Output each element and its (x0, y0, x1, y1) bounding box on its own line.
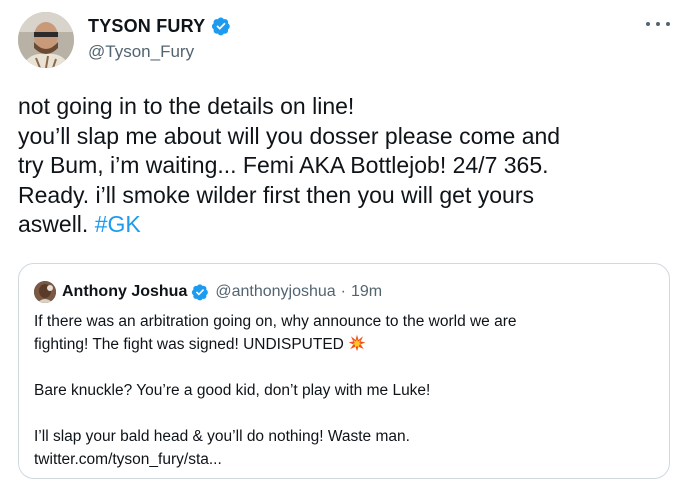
quoted-text-line: If there was an arbitration going on, wh… (34, 313, 517, 330)
quoted-text-line: fighting! The fight was signed! UNDISPUT… (34, 336, 344, 353)
quoted-text-line-with-emoji: fighting! The fight was signed! UNDISPUT… (34, 333, 654, 356)
tweet-card: TYSON FURY @Tyson_Fury not going in to t… (0, 0, 690, 495)
quoted-text-line: I’ll slap your bald head & you’ll do not… (34, 428, 410, 445)
quoted-tweet[interactable]: Anthony Joshua @anthonyjoshua · 19m If t… (18, 263, 670, 479)
tweet-text-line: try Bum, i’m waiting... Femi AKA Bottlej… (18, 152, 549, 178)
quoted-link[interactable]: twitter.com/tyson_fury/sta... (34, 448, 654, 471)
avatar-photo (18, 12, 74, 68)
quoted-tweet-body: If there was an arbitration going on, wh… (34, 310, 654, 471)
author-name-row: TYSON FURY (88, 14, 231, 38)
verified-badge-icon (192, 284, 209, 301)
author-block: TYSON FURY @Tyson_Fury (88, 14, 231, 62)
author-display-name[interactable]: TYSON FURY (88, 16, 205, 37)
more-dot (656, 22, 660, 26)
author-avatar[interactable] (18, 12, 74, 68)
quoted-author-name[interactable]: Anthony Joshua (62, 283, 187, 301)
tweet-text-line: not going in to the details on line! (18, 93, 355, 119)
separator-dot: · (340, 283, 346, 300)
quoted-author-handle[interactable]: @anthonyjoshua (215, 283, 335, 301)
more-options-icon[interactable] (646, 16, 670, 32)
more-dot (646, 22, 650, 26)
more-dot (666, 22, 670, 26)
quoted-timestamp[interactable]: 19m (351, 283, 382, 301)
hashtag-link[interactable]: #GK (95, 211, 141, 237)
quoted-author-avatar[interactable] (34, 281, 56, 303)
quoted-tweet-header: Anthony Joshua @anthonyjoshua · 19m (34, 281, 382, 303)
author-handle[interactable]: @Tyson_Fury (88, 42, 231, 62)
quoted-avatar-photo (34, 281, 56, 303)
quoted-text-line: Bare knuckle? You’re a good kid, don’t p… (34, 382, 431, 399)
tweet-text-line: Ready. i’ll smoke wilder first then you … (18, 181, 534, 208)
collision-icon (348, 334, 366, 352)
tweet-text: not going in to the details on line! you… (18, 92, 673, 240)
tweet-text-line: aswell. (18, 211, 95, 237)
verified-badge-icon (212, 17, 231, 36)
tweet-text-line: you’ll slap me about will you dosser ple… (18, 122, 561, 149)
